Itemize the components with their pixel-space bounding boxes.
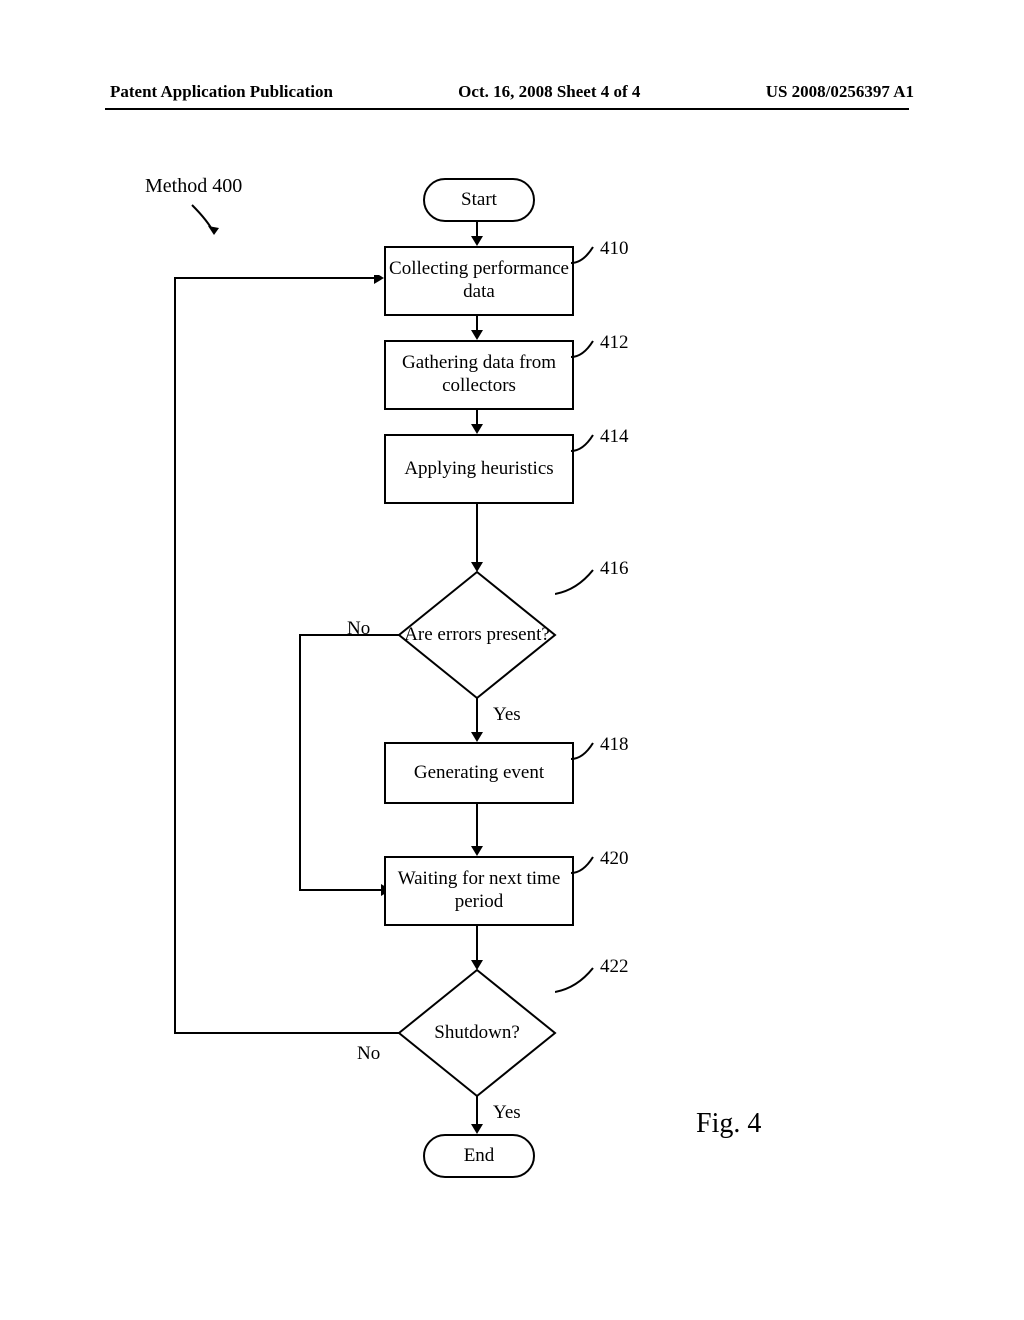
connector-line (172, 275, 402, 1037)
callout-icon (571, 741, 601, 765)
process-410: Collecting performance data (384, 246, 574, 316)
process-420: Waiting for next time period (384, 856, 574, 926)
ref-414: 414 (600, 426, 629, 448)
ref-412: 412 (600, 332, 629, 354)
arrow-icon (468, 924, 488, 972)
terminator-start: Start (423, 178, 535, 222)
process-414: Applying heuristics (384, 434, 574, 504)
header-rule (105, 108, 909, 110)
ref-420: 420 (600, 848, 629, 870)
callout-icon (571, 245, 601, 269)
branch-no-422: No (357, 1043, 380, 1065)
process-418-text: Generating event (414, 762, 544, 785)
arrow-icon (468, 314, 488, 342)
branch-yes-416: Yes (493, 704, 521, 726)
start-label: Start (461, 189, 497, 211)
ref-422: 422 (600, 956, 629, 978)
decision-416: Are errors present? (397, 570, 557, 700)
arrow-icon (468, 408, 488, 436)
process-412-text: Gathering data from collectors (386, 352, 572, 398)
process-410-text: Collecting performance data (386, 258, 572, 304)
callout-icon (571, 855, 601, 879)
arrow-icon (468, 1096, 488, 1136)
arrow-icon (468, 698, 488, 744)
callout-icon (571, 339, 601, 363)
header-left: Patent Application Publication (110, 82, 333, 102)
arrow-icon (468, 802, 488, 858)
decision-422-text: Shutdown? (434, 1022, 520, 1045)
method-label: Method 400 (145, 175, 242, 198)
header-right: US 2008/0256397 A1 (766, 82, 914, 102)
callout-icon (555, 966, 599, 996)
arrow-icon (468, 502, 488, 574)
header-center: Oct. 16, 2008 Sheet 4 of 4 (458, 82, 640, 102)
ref-410: 410 (600, 238, 629, 260)
terminator-end: End (423, 1134, 535, 1178)
process-414-text: Applying heuristics (404, 458, 553, 481)
process-412: Gathering data from collectors (384, 340, 574, 410)
ref-418: 418 (600, 734, 629, 756)
figure-label: Fig. 4 (696, 1108, 761, 1140)
callout-icon (555, 568, 599, 598)
decision-416-text: Are errors present? (404, 624, 550, 647)
page-header: Patent Application Publication Oct. 16, … (0, 82, 1024, 102)
branch-yes-422: Yes (493, 1102, 521, 1124)
process-418: Generating event (384, 742, 574, 804)
curved-arrow-icon (190, 203, 230, 243)
process-420-text: Waiting for next time period (386, 868, 572, 914)
arrow-icon (468, 220, 488, 248)
ref-416: 416 (600, 558, 629, 580)
decision-422: Shutdown? (397, 968, 557, 1098)
end-label: End (464, 1145, 495, 1167)
callout-icon (571, 433, 601, 457)
